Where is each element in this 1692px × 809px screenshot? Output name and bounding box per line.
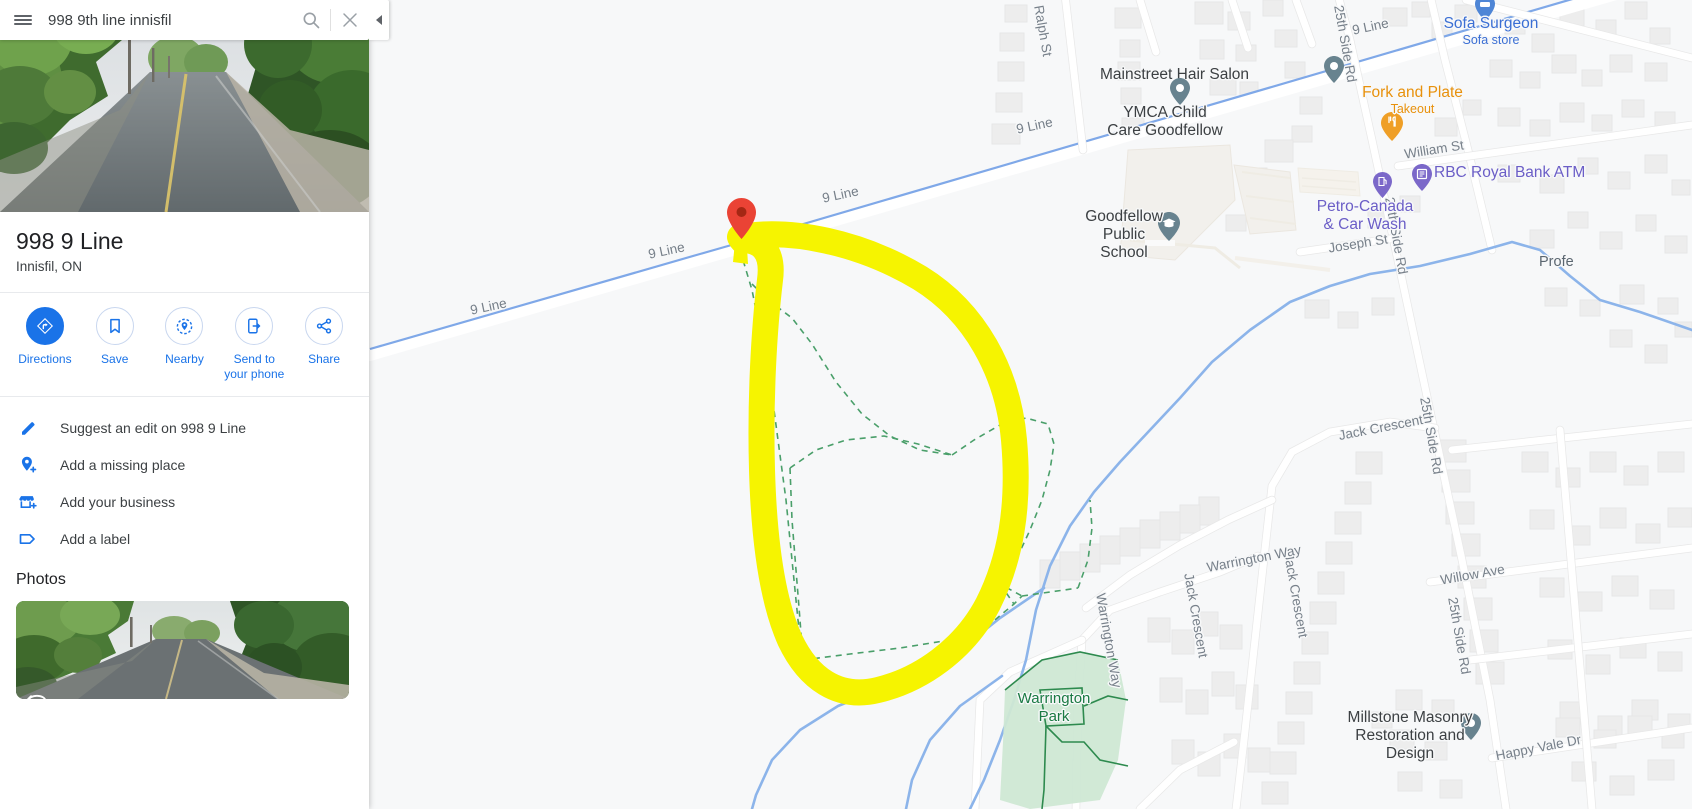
- chevron-left-icon: [376, 15, 382, 25]
- place-action-list: Suggest an edit on 998 9 Line Add a miss…: [0, 397, 369, 557]
- photos-heading: Photos: [16, 571, 66, 588]
- search-bar[interactable]: [0, 0, 369, 40]
- place-info: 998 9 Line Innisfil, ON Directions Save …: [0, 212, 369, 699]
- pencil-icon: [16, 416, 40, 440]
- add-your-business-item[interactable]: Add your business: [0, 483, 369, 520]
- place-subtitle: Innisfil, ON: [16, 259, 83, 274]
- google-maps-app: .bldg{fill:#ededed;stroke:#e6e6e6;stroke…: [0, 0, 1692, 809]
- directions-button[interactable]: Directions: [10, 307, 80, 382]
- close-icon[interactable]: [331, 0, 369, 40]
- nearby-button[interactable]: Nearby: [150, 307, 220, 382]
- list-item-label: Add your business: [60, 493, 176, 510]
- place-details-panel: 998 9 Line Innisfil, ON Directions: [0, 0, 369, 809]
- action-label: Directions: [18, 352, 72, 366]
- directions-icon: [25, 307, 64, 345]
- send-to-phone-icon: [235, 307, 274, 345]
- hamburger-menu-icon[interactable]: [0, 0, 46, 40]
- search-icon[interactable]: [292, 0, 330, 40]
- bookmark-icon: [95, 307, 134, 345]
- list-item-label: Suggest an edit on 998 9 Line: [60, 419, 247, 436]
- action-label: Send to your phone: [224, 352, 285, 381]
- add-a-missing-place-item[interactable]: Add a missing place: [0, 446, 369, 483]
- share-button[interactable]: Share: [289, 307, 359, 382]
- nearby-icon: [165, 307, 204, 345]
- action-label: Share: [308, 352, 341, 366]
- action-buttons: Directions Save Nearby Send to your phon…: [0, 293, 369, 394]
- add-a-label-item[interactable]: Add a label: [0, 520, 369, 557]
- list-item-label: Add a label: [60, 530, 131, 547]
- action-label: Save: [101, 352, 129, 366]
- search-input[interactable]: [46, 10, 292, 30]
- add-place-icon: [16, 453, 40, 477]
- page-title: 998 9 Line: [16, 228, 124, 254]
- suggest-an-edit-item[interactable]: Suggest an edit on 998 9 Line: [0, 409, 369, 446]
- photos-section: Photos: [0, 557, 369, 699]
- share-icon: [305, 307, 344, 345]
- send-to-phone-button[interactable]: Send to your phone: [219, 307, 289, 382]
- photo-thumbnail[interactable]: [16, 601, 349, 699]
- label-icon: [16, 527, 40, 551]
- list-item-label: Add a missing place: [60, 456, 186, 473]
- add-business-icon: [16, 490, 40, 514]
- collapse-panel-button[interactable]: [369, 0, 389, 40]
- action-label: Nearby: [165, 352, 204, 366]
- save-button[interactable]: Save: [80, 307, 150, 382]
